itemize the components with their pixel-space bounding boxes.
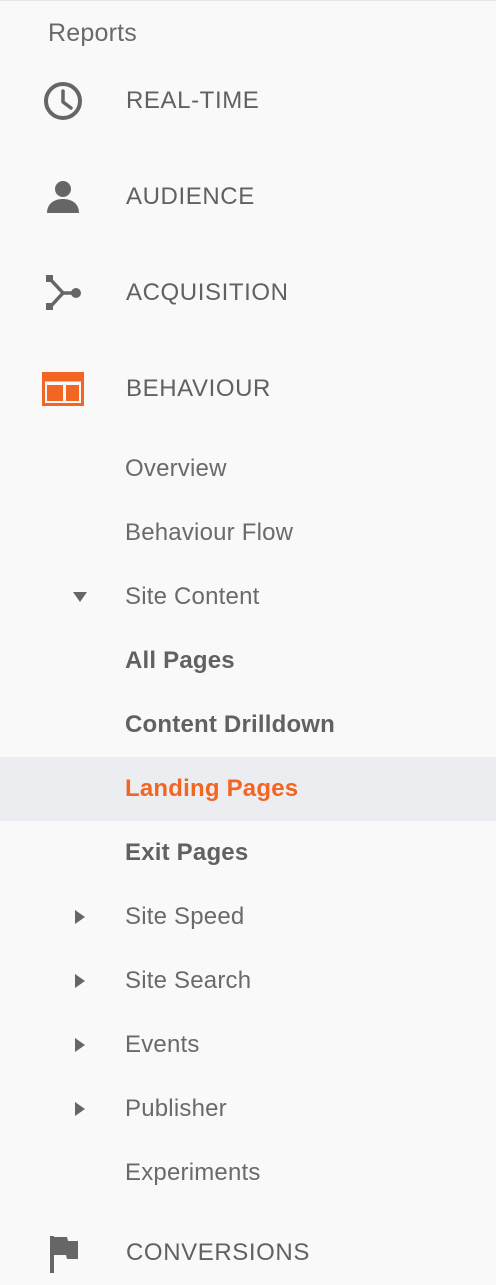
- sub-item-label: Behaviour Flow: [125, 519, 294, 546]
- sub-item-label: Events: [125, 1031, 200, 1058]
- sub-item-label: Site Content: [125, 583, 260, 610]
- sub-item-label: Landing Pages: [125, 775, 299, 802]
- sub-item-exit-pages[interactable]: Exit Pages: [0, 821, 496, 885]
- section-label-reports: Reports: [48, 19, 137, 47]
- sub-item-experiments[interactable]: Experiments: [0, 1141, 496, 1205]
- sub-item-site-content[interactable]: Site Content: [0, 565, 496, 629]
- flag-icon: [40, 1230, 86, 1276]
- sub-item-site-speed[interactable]: Site Speed: [0, 885, 496, 949]
- sub-item-behaviour-flow[interactable]: Behaviour Flow: [0, 501, 496, 565]
- clock-icon: [40, 78, 86, 124]
- behaviour-icon: [40, 366, 86, 412]
- person-icon: [40, 174, 86, 220]
- caret-right-icon[interactable]: [72, 909, 88, 925]
- sub-item-label: Overview: [125, 455, 227, 482]
- sub-item-label: Experiments: [125, 1159, 261, 1186]
- sub-item-label: Content Drilldown: [125, 711, 336, 738]
- nav-item-label: AUDIENCE: [126, 183, 255, 210]
- sub-item-label: Site Search: [125, 967, 252, 994]
- sub-item-publisher[interactable]: Publisher: [0, 1077, 496, 1141]
- reports-sidebar: Reports REAL-TIME AUDIENCE ACQUISITION B…: [0, 0, 496, 1274]
- sub-item-all-pages[interactable]: All Pages: [0, 629, 496, 693]
- caret-down-icon[interactable]: [72, 589, 88, 605]
- caret-right-icon[interactable]: [72, 1101, 88, 1117]
- nav-item-label: CONVERSIONS: [126, 1239, 310, 1266]
- nav-item-label: ACQUISITION: [126, 279, 289, 306]
- nav-item-behaviour[interactable]: BEHAVIOUR: [0, 357, 496, 421]
- sub-item-site-search[interactable]: Site Search: [0, 949, 496, 1013]
- nav-item-audience[interactable]: AUDIENCE: [0, 165, 496, 229]
- sub-item-label: Site Speed: [125, 903, 245, 930]
- acquisition-icon: [40, 270, 86, 316]
- caret-right-icon[interactable]: [72, 973, 88, 989]
- sub-item-label: All Pages: [125, 647, 235, 674]
- sub-item-landing-pages[interactable]: Landing Pages: [0, 757, 496, 821]
- caret-right-icon[interactable]: [72, 1037, 88, 1053]
- sub-item-label: Publisher: [125, 1095, 227, 1122]
- nav-item-acquisition[interactable]: ACQUISITION: [0, 261, 496, 325]
- nav-item-conversions[interactable]: CONVERSIONS: [0, 1221, 496, 1285]
- nav-item-realtime[interactable]: REAL-TIME: [0, 69, 496, 133]
- nav-item-label: REAL-TIME: [126, 87, 260, 114]
- sub-item-events[interactable]: Events: [0, 1013, 496, 1077]
- sub-item-label: Exit Pages: [125, 839, 249, 866]
- sub-item-overview[interactable]: Overview: [0, 437, 496, 501]
- nav-item-label: BEHAVIOUR: [126, 375, 271, 402]
- sub-item-content-drilldown[interactable]: Content Drilldown: [0, 693, 496, 757]
